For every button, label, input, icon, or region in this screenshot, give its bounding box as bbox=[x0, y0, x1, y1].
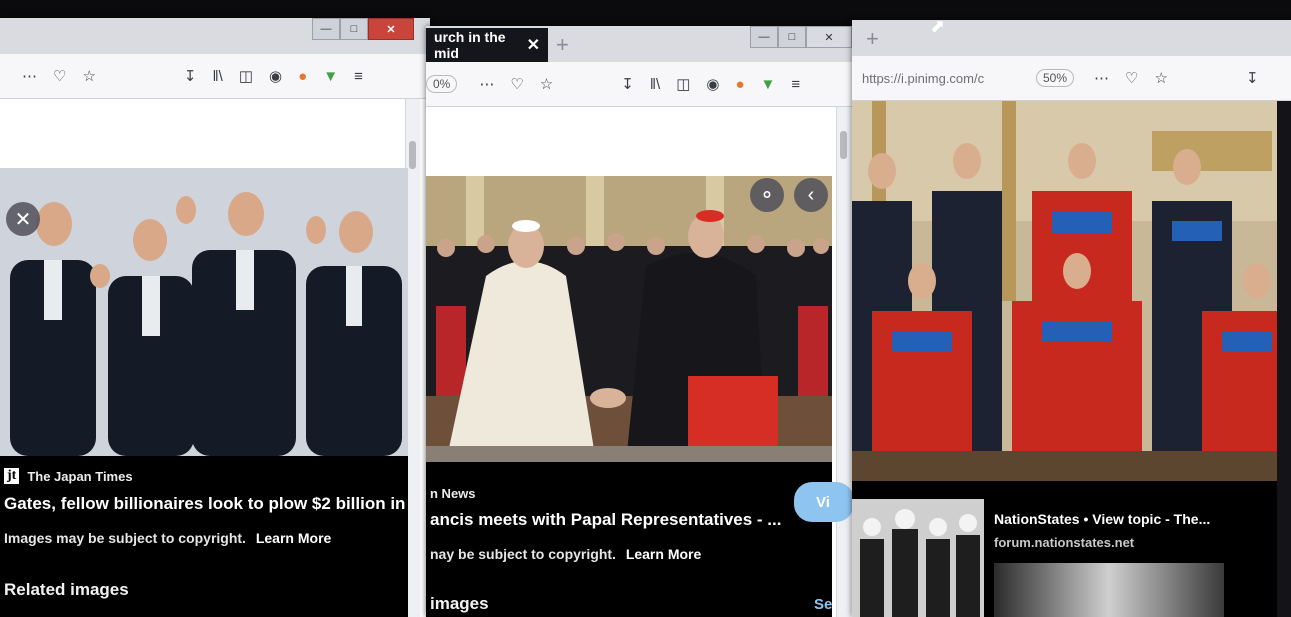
image-source[interactable]: jt The Japan Times bbox=[4, 468, 133, 484]
tab-strip: — □ ✕ bbox=[0, 18, 430, 54]
close-viewer-icon[interactable]: ✕ bbox=[6, 202, 40, 236]
minimize-icon[interactable]: — bbox=[750, 26, 778, 48]
extension-t-icon[interactable]: ● bbox=[298, 68, 307, 85]
copyright-notice: nay be subject to copyright. Learn More bbox=[430, 546, 701, 562]
preview-image[interactable]: ✕ bbox=[0, 168, 408, 456]
preview-image[interactable]: ⚬ ‹ bbox=[426, 176, 832, 462]
source-name: The Japan Times bbox=[27, 468, 133, 484]
share-icon[interactable]: ⚬ bbox=[750, 178, 784, 212]
star-icon[interactable]: ☆ bbox=[540, 75, 553, 93]
related-result-1[interactable]: NationStates • View topic - The... forum… bbox=[994, 499, 1277, 617]
account-icon[interactable]: ◉ bbox=[706, 75, 719, 93]
sidebar-icon[interactable]: ◫ bbox=[676, 75, 690, 93]
account-icon[interactable]: ◉ bbox=[269, 67, 282, 85]
image-source[interactable]: n News bbox=[430, 486, 476, 501]
download-icon[interactable]: ↧ bbox=[1246, 69, 1259, 87]
download-icon[interactable]: ↧ bbox=[621, 75, 634, 93]
visit-button[interactable]: Vi bbox=[794, 482, 854, 522]
pocket-icon[interactable]: ♡ bbox=[510, 75, 523, 93]
preview-image[interactable] bbox=[852, 101, 1277, 481]
image-viewer-panel: NationStates • View topic - The... forum… bbox=[852, 101, 1277, 617]
scrollbar[interactable] bbox=[836, 107, 851, 617]
tab-strip: + bbox=[852, 20, 1291, 56]
vatican-audience-illustration bbox=[426, 176, 832, 462]
image-viewer-panel: ✕ jt The Japan Times Gates, fellow billi… bbox=[0, 168, 408, 617]
close-window-icon[interactable]: ✕ bbox=[806, 26, 852, 48]
copyright-text: nay be subject to copyright. bbox=[430, 546, 616, 562]
maximize-icon[interactable]: □ bbox=[340, 18, 368, 40]
source-name: n News bbox=[430, 486, 476, 501]
mouse-cursor-icon: ⬈ bbox=[930, 16, 946, 36]
overflow-menu-icon[interactable]: ≡ bbox=[354, 68, 363, 85]
related-images-heading: Related images bbox=[4, 580, 129, 599]
related-thumbnail-1[interactable] bbox=[852, 499, 984, 617]
see-more-link[interactable]: Se bbox=[814, 596, 832, 613]
minimize-icon[interactable]: — bbox=[312, 18, 340, 40]
download-icon[interactable]: ↧ bbox=[184, 67, 197, 85]
maximize-icon[interactable]: □ bbox=[778, 26, 806, 48]
menu-dots-icon[interactable]: ⋯ bbox=[22, 67, 37, 85]
extension-arrow-icon[interactable]: ▼ bbox=[761, 76, 776, 93]
browser-window-left: — □ ✕ ⋯ ♡ ☆ ↧ ‖\ ◫ ◉ ● ▼ ≡ ✕ jt The Japa… bbox=[0, 18, 430, 617]
learn-more-link[interactable]: Learn More bbox=[256, 530, 331, 546]
nav-toolbar: 0% ⋯ ♡ ☆ ↧ ‖\ ◫ ◉ ● ▼ ≡ bbox=[426, 62, 858, 107]
zoom-level[interactable]: 50% bbox=[1036, 69, 1075, 87]
extension-t-icon[interactable]: ● bbox=[735, 76, 744, 93]
star-icon[interactable]: ☆ bbox=[82, 67, 95, 85]
close-tab-icon[interactable]: ✕ bbox=[527, 35, 540, 55]
previous-image-icon[interactable]: ‹ bbox=[794, 178, 828, 212]
menu-dots-icon[interactable]: ⋯ bbox=[479, 75, 494, 93]
browser-window-right: + https://i.pinimg.com/c 50% ⋯ ♡ ☆ ↧ Nat… bbox=[852, 20, 1291, 617]
related-thumbnail-2[interactable] bbox=[994, 563, 1224, 617]
royal-portrait-illustration bbox=[852, 101, 1277, 481]
related-title[interactable]: NationStates • View topic - The... bbox=[994, 511, 1210, 527]
image-headline[interactable]: Gates, fellow billionaires look to plow … bbox=[4, 494, 405, 514]
sidebar-icon[interactable]: ◫ bbox=[239, 67, 253, 85]
url-text: https://i.pinimg.com/c bbox=[862, 70, 985, 86]
zoom-level[interactable]: 0% bbox=[426, 75, 458, 93]
tab-strip: urch in the mid ✕ + — □ ✕ bbox=[426, 26, 858, 62]
new-tab-icon[interactable]: + bbox=[556, 32, 569, 58]
copyright-text: Images may be subject to copyright. bbox=[4, 530, 246, 546]
browser-window-middle: urch in the mid ✕ + — □ ✕ 0% ⋯ ♡ ☆ ↧ ‖\ … bbox=[426, 26, 858, 617]
scrollbar-thumb[interactable] bbox=[840, 131, 847, 159]
scrollbar-thumb[interactable] bbox=[409, 141, 416, 169]
pocket-icon[interactable]: ♡ bbox=[1125, 69, 1138, 87]
copyright-notice: Images may be subject to copyright. Lear… bbox=[4, 530, 331, 546]
extension-arrow-icon[interactable]: ▼ bbox=[323, 68, 338, 85]
thumbnail-illustration bbox=[852, 499, 984, 617]
nav-toolbar: ⋯ ♡ ☆ ↧ ‖\ ◫ ◉ ● ▼ ≡ bbox=[0, 54, 430, 99]
tab-active[interactable]: urch in the mid ✕ bbox=[426, 28, 548, 62]
related-images-heading: images bbox=[430, 594, 489, 613]
learn-more-link[interactable]: Learn More bbox=[626, 546, 701, 562]
related-domain: forum.nationstates.net bbox=[994, 535, 1135, 550]
url-bar[interactable]: https://i.pinimg.com/c bbox=[856, 65, 1006, 91]
menu-dots-icon[interactable]: ⋯ bbox=[1094, 69, 1109, 87]
new-tab-icon[interactable]: + bbox=[866, 26, 879, 52]
window-controls: — □ ✕ bbox=[750, 26, 852, 48]
close-window-icon[interactable]: ✕ bbox=[368, 18, 414, 40]
library-icon[interactable]: ‖\ bbox=[212, 68, 222, 85]
image-headline[interactable]: ancis meets with Papal Representatives -… bbox=[430, 510, 781, 530]
source-logo: jt bbox=[4, 468, 20, 484]
library-icon[interactable]: ‖\ bbox=[650, 76, 660, 93]
image-viewer-panel: ⚬ ‹ n News ancis meets with Papal Repres… bbox=[426, 176, 854, 617]
pocket-icon[interactable]: ♡ bbox=[53, 67, 66, 85]
star-icon[interactable]: ☆ bbox=[1154, 69, 1167, 87]
tab-title: urch in the mid bbox=[434, 29, 506, 61]
group-photo-illustration bbox=[0, 168, 408, 456]
nav-toolbar: https://i.pinimg.com/c 50% ⋯ ♡ ☆ ↧ bbox=[852, 56, 1291, 101]
window-controls: — □ ✕ bbox=[312, 18, 414, 40]
overflow-menu-icon[interactable]: ≡ bbox=[791, 76, 800, 93]
